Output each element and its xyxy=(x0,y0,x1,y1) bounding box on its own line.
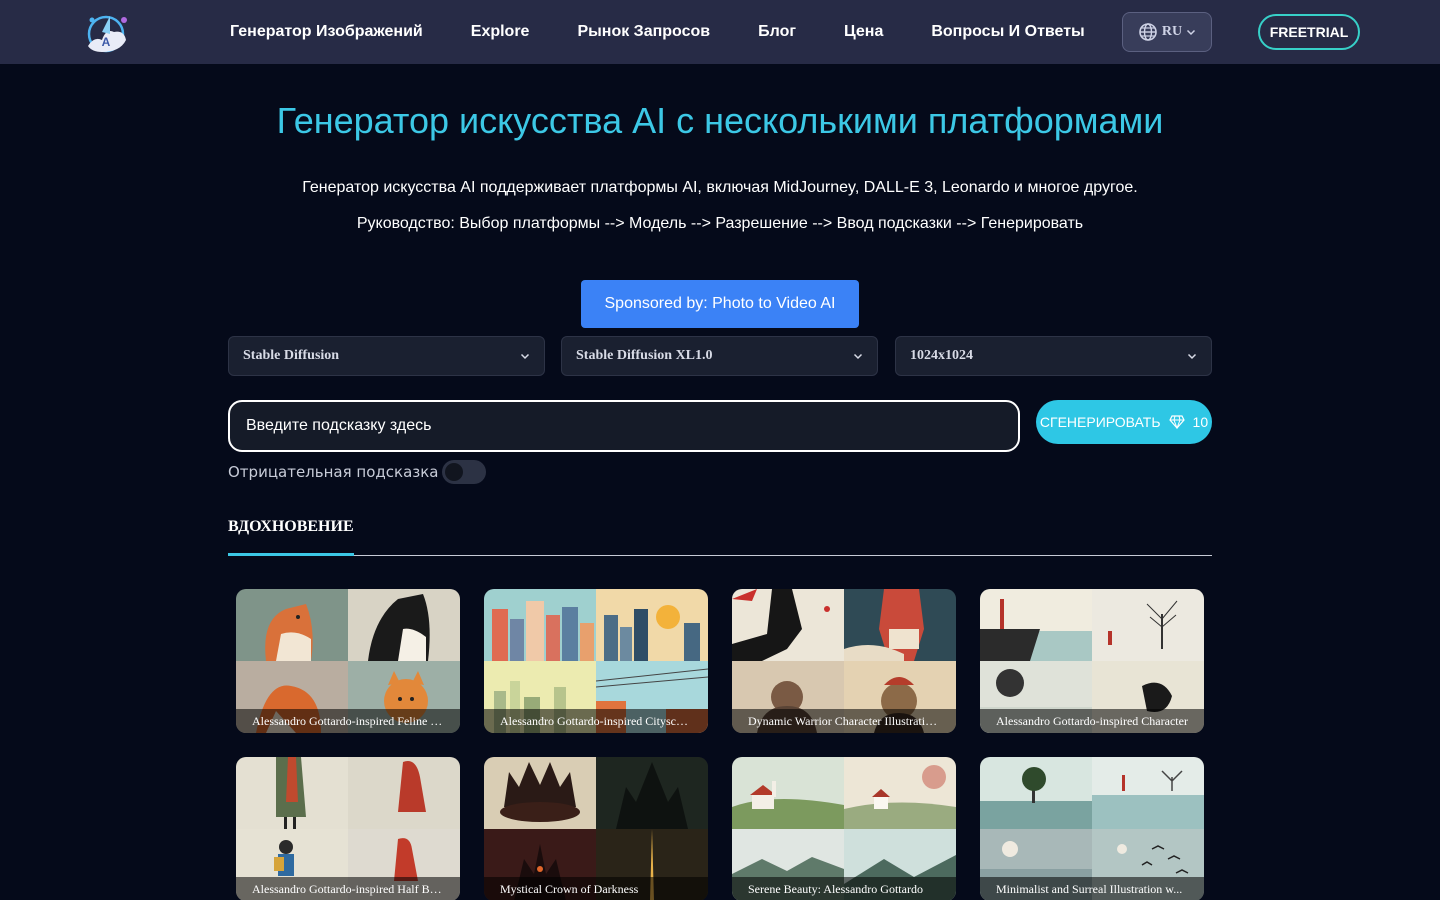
page-subtitle: Генератор искусства AI поддерживает плат… xyxy=(302,179,1138,196)
gallery-card[interactable]: Minimalist and Surreal Illustration w... xyxy=(980,757,1204,900)
card-caption: Mystical Crown of Darkness xyxy=(484,877,708,900)
model-select-value: Stable Diffusion XL1.0 xyxy=(576,348,713,363)
card-title: Dynamic Warrior Character Illustrations xyxy=(748,713,940,728)
resolution-select[interactable]: 1024x1024 xyxy=(895,336,1212,376)
gallery-card[interactable]: Dynamic Warrior Character Illustrations xyxy=(732,589,956,733)
generate-label: СГЕНЕРИРОВАТЬ xyxy=(1039,414,1161,430)
gallery-card[interactable]: Alessandro Gottardo-inspired Feline Illu… xyxy=(236,589,460,733)
nav-link-explore[interactable]: Explore xyxy=(471,23,530,41)
diamond-icon xyxy=(1168,415,1185,429)
tab-divider xyxy=(228,555,1212,556)
nav-link-prompt-market[interactable]: Рынок Запросов xyxy=(577,23,710,41)
nav-link-pricing[interactable]: Цена xyxy=(844,23,883,41)
nav-link-blog[interactable]: Блог xyxy=(758,23,796,41)
resolution-select-value: 1024x1024 xyxy=(910,348,973,363)
card-caption: Alessandro Gottardo-inspired Cityscape xyxy=(484,709,708,733)
card-title: Alessandro Gottardo-inspired Character xyxy=(996,713,1188,728)
thumbnail-image xyxy=(484,589,596,661)
gallery-card[interactable]: Alessandro Gottardo-inspired Cityscape xyxy=(484,589,708,733)
thumbnail-image xyxy=(236,757,348,829)
tab-active-indicator xyxy=(228,553,354,556)
chevron-down-icon xyxy=(1187,353,1197,360)
globe-icon xyxy=(1139,23,1157,41)
prompt-input[interactable] xyxy=(228,400,1020,452)
sponsor-button[interactable]: Sponsored by: Photo to Video AI xyxy=(581,280,859,328)
thumbnail-image xyxy=(732,757,844,829)
generate-cost: 10 xyxy=(1192,414,1209,430)
thumbnail-image xyxy=(1092,757,1204,829)
language-selector[interactable]: RU xyxy=(1122,12,1212,52)
thumbnail-image xyxy=(236,589,348,661)
card-title: Alessandro Gottardo-inspired Feline Illu… xyxy=(252,713,444,728)
platform-select[interactable]: Stable Diffusion xyxy=(228,336,545,376)
nav-links: Генератор Изображений Explore Рынок Запр… xyxy=(230,0,1085,64)
card-caption: Alessandro Gottardo-inspired Feline Illu… xyxy=(236,709,460,733)
negative-prompt-toggle[interactable] xyxy=(442,460,486,484)
model-select[interactable]: Stable Diffusion XL1.0 xyxy=(561,336,878,376)
chevron-down-icon xyxy=(1187,29,1196,36)
page-title: Генератор искусства AI с несколькими пла… xyxy=(276,100,1164,141)
top-navbar: A Генератор Изображений Explore Рынок За… xyxy=(0,0,1440,64)
card-caption: Alessandro Gottardo-inspired Half Body xyxy=(236,877,460,900)
site-logo[interactable]: A xyxy=(80,10,134,56)
negative-prompt-label: Отрицательная подсказка xyxy=(228,463,439,481)
card-title: Serene Beauty: Alessandro Gottardo xyxy=(748,881,923,896)
thumbnail-image xyxy=(484,757,596,829)
nav-link-faq[interactable]: Вопросы И Ответы xyxy=(931,23,1084,41)
thumbnail-image xyxy=(348,589,460,661)
toggle-knob xyxy=(445,463,463,481)
thumbnail-image xyxy=(732,589,844,661)
gallery-card[interactable]: Alessandro Gottardo-inspired Character xyxy=(980,589,1204,733)
card-caption: Dynamic Warrior Character Illustrations xyxy=(732,709,956,733)
platform-select-value: Stable Diffusion xyxy=(243,348,340,363)
tab-inspiration[interactable]: ВДОХНОВЕНИЕ xyxy=(228,518,354,536)
unicorn-logo-icon: A xyxy=(87,15,127,53)
free-trial-button[interactable]: FREETRIAL xyxy=(1258,14,1360,50)
generate-button[interactable]: СГЕНЕРИРОВАТЬ 10 xyxy=(1036,400,1212,444)
card-caption: Alessandro Gottardo-inspired Character xyxy=(980,709,1204,733)
gallery-card[interactable]: Mystical Crown of Darkness xyxy=(484,757,708,900)
card-title: Alessandro Gottardo-inspired Cityscape xyxy=(500,713,692,728)
chevron-down-icon xyxy=(853,353,863,360)
chevron-down-icon xyxy=(520,353,530,360)
gallery-card[interactable]: Alessandro Gottardo-inspired Half Body xyxy=(236,757,460,900)
thumbnail-image xyxy=(980,757,1092,829)
thumbnail-image xyxy=(348,757,460,829)
card-title: Alessandro Gottardo-inspired Half Body xyxy=(252,881,444,896)
card-title: Minimalist and Surreal Illustration w... xyxy=(996,881,1183,896)
thumbnail-image xyxy=(844,589,956,661)
thumbnail-image xyxy=(596,589,708,661)
thumbnail-image xyxy=(844,757,956,829)
svg-text:A: A xyxy=(102,35,111,49)
thumbnail-image xyxy=(596,757,708,829)
card-title: Mystical Crown of Darkness xyxy=(500,881,639,896)
thumbnail-image xyxy=(980,589,1092,661)
gallery-card[interactable]: Serene Beauty: Alessandro Gottardo xyxy=(732,757,956,900)
page-guide: Руководство: Выбор платформы --> Модель … xyxy=(356,215,1084,232)
card-caption: Serene Beauty: Alessandro Gottardo xyxy=(732,877,956,900)
thumbnail-image xyxy=(1092,589,1204,661)
card-caption: Minimalist and Surreal Illustration w... xyxy=(980,877,1204,900)
nav-link-image-generator[interactable]: Генератор Изображений xyxy=(230,23,423,41)
language-label: RU xyxy=(1161,24,1183,39)
